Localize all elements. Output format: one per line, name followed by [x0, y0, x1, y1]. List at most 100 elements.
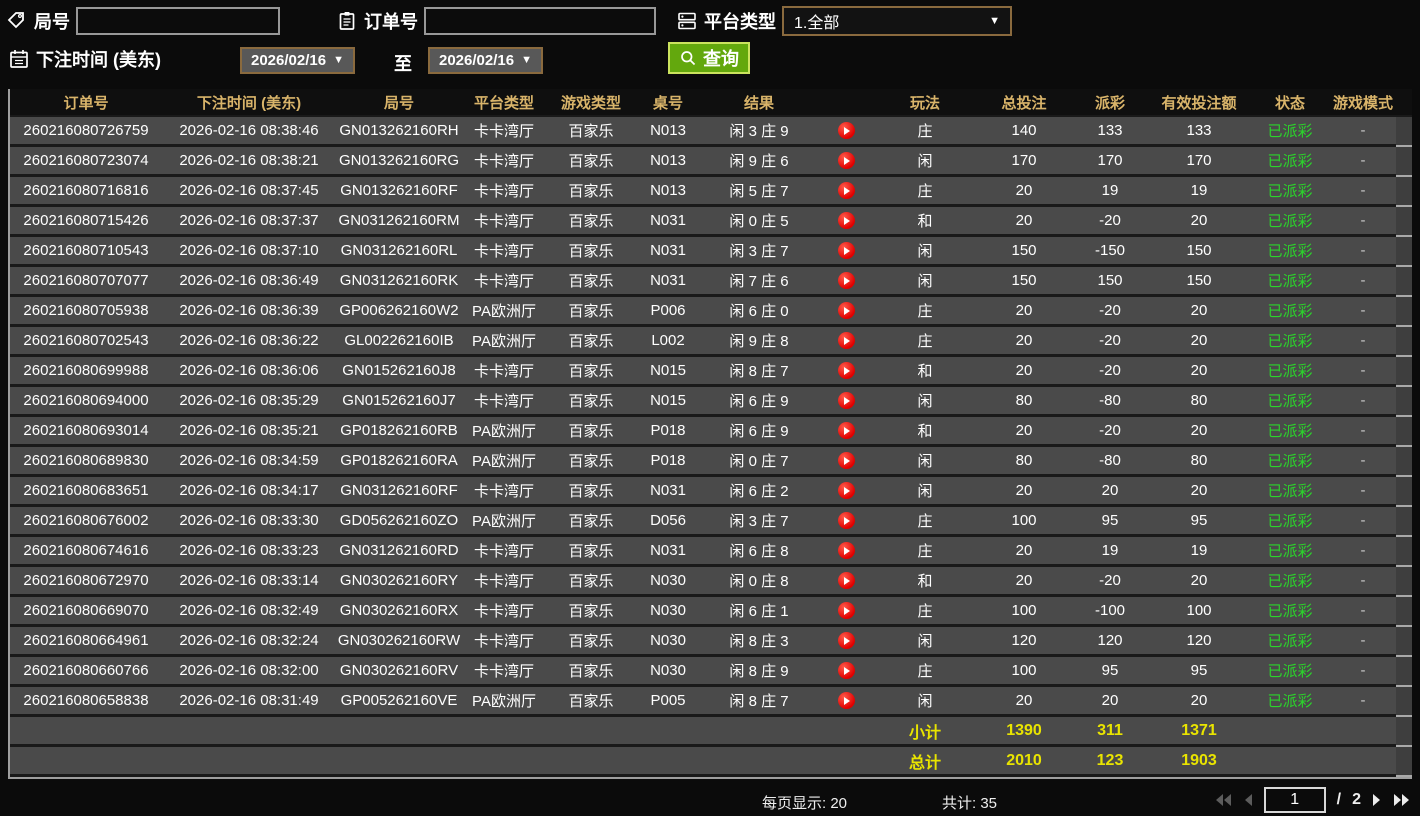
col-header-status: 状态 [1274, 94, 1305, 112]
bet-time-cell: 2026-02-16 08:37:45 [179, 182, 319, 199]
last-page-icon[interactable] [1393, 793, 1410, 807]
calendar-icon [10, 50, 28, 68]
play-replay-button[interactable] [837, 422, 855, 439]
play-type-cell: 庄 [917, 123, 933, 140]
subtotal-payout: 311 [1097, 721, 1123, 739]
first-page-icon[interactable] [1215, 793, 1232, 807]
col-header-game-type: 游戏类型 [560, 94, 621, 112]
play-replay-button[interactable] [837, 482, 855, 499]
game-type-cell: 百家乐 [568, 513, 614, 530]
order-no-input[interactable] [424, 7, 656, 35]
date-from-group: 2026/02/16 ▼ [240, 45, 355, 75]
valid-bet-cell: 20 [1190, 572, 1208, 589]
game-no-cell: GN015262160J8 [342, 362, 456, 379]
replay-cell [818, 327, 874, 354]
platform-cell: 卡卡湾厅 [473, 573, 534, 590]
prev-page-icon[interactable] [1243, 793, 1253, 807]
play-replay-button[interactable] [837, 692, 855, 709]
order-no-cell: 260216080702543 [23, 332, 149, 349]
play-replay-button[interactable] [837, 152, 855, 169]
total-bet-cell: 120 [1011, 632, 1037, 649]
play-replay-button[interactable] [837, 572, 855, 589]
play-replay-button[interactable] [837, 362, 855, 379]
play-replay-button[interactable] [837, 602, 855, 619]
play-replay-button[interactable] [837, 512, 855, 529]
play-replay-button[interactable] [837, 182, 855, 199]
query-button-label: 查询 [703, 49, 739, 69]
table-no-cell: N015 [650, 392, 686, 409]
replay-cell [818, 357, 874, 384]
game-no-input[interactable] [76, 7, 280, 35]
platform-cell: 卡卡湾厅 [473, 213, 534, 230]
platform-label: 平台类型 [704, 12, 776, 32]
date-from-picker[interactable]: 2026/02/16 ▼ [240, 46, 355, 74]
platform-cell: 卡卡湾厅 [473, 273, 534, 290]
play-type-cell: 和 [917, 423, 933, 440]
payout-cell: 20 [1101, 692, 1119, 709]
table-no-cell: P018 [650, 422, 686, 439]
platform-select[interactable]: 1.全部 ▼ [782, 6, 1012, 36]
order-no-cell: 260216080705938 [23, 302, 149, 319]
play-replay-button[interactable] [837, 332, 855, 349]
order-no-cell: 260216080674616 [23, 542, 149, 559]
replay-cell [818, 267, 874, 294]
total-row: 总计 2010 123 1903 [10, 747, 1412, 777]
page-number-input[interactable] [1263, 787, 1326, 813]
game-mode-cell: - [1360, 242, 1366, 259]
play-replay-button[interactable] [837, 632, 855, 649]
col-header-valid-bet: 有效投注额 [1161, 94, 1237, 112]
total-bet-cell: 20 [1015, 572, 1033, 589]
play-replay-button[interactable] [837, 122, 855, 139]
payout-cell: -20 [1099, 332, 1121, 349]
total-bet-cell: 20 [1015, 182, 1033, 199]
game-mode-cell: - [1360, 122, 1366, 139]
game-mode-cell: - [1360, 272, 1366, 289]
play-replay-button[interactable] [837, 272, 855, 289]
play-replay-button[interactable] [837, 212, 855, 229]
date-to-group: 2026/02/16 ▼ [428, 45, 543, 75]
game-no-cell: GL002262160IB [344, 332, 454, 349]
table-row: 260216080699988 2026-02-16 08:36:06 GN01… [10, 357, 1412, 387]
play-type-cell: 庄 [917, 303, 933, 320]
table-row: 260216080723074 2026-02-16 08:38:21 GN01… [10, 147, 1412, 177]
col-header-result: 结果 [743, 94, 774, 112]
game-type-cell: 百家乐 [568, 543, 614, 560]
replay-cell [818, 177, 874, 204]
game-type-cell: 百家乐 [568, 333, 614, 350]
platform-cell: 卡卡湾厅 [473, 663, 534, 680]
total-bet-cell: 150 [1011, 272, 1037, 289]
play-replay-button[interactable] [837, 242, 855, 259]
game-type-cell: 百家乐 [568, 243, 614, 260]
bet-time-cell: 2026-02-16 08:35:29 [179, 392, 319, 409]
table-scrollbar[interactable] [1396, 117, 1412, 777]
order-no-cell: 260216080726759 [23, 122, 149, 139]
play-type-cell: 庄 [917, 183, 933, 200]
status-badge: 已派彩 [1267, 273, 1313, 290]
game-type-cell: 百家乐 [568, 453, 614, 470]
bet-time-cell: 2026-02-16 08:36:39 [179, 302, 319, 319]
play-replay-button[interactable] [837, 452, 855, 469]
query-button[interactable]: 查询 [668, 42, 750, 74]
total-bet-cell: 80 [1015, 452, 1033, 469]
play-type-cell: 庄 [917, 333, 933, 350]
replay-cell [818, 417, 874, 444]
game-no-cell: GN030262160RY [339, 572, 459, 589]
play-replay-button[interactable] [837, 302, 855, 319]
play-replay-button[interactable] [837, 542, 855, 559]
valid-bet-cell: 150 [1186, 272, 1212, 289]
date-to-picker[interactable]: 2026/02/16 ▼ [428, 46, 543, 74]
result-cell: 闲 3 庄 9 [729, 123, 789, 140]
bet-time-cell: 2026-02-16 08:33:14 [179, 572, 319, 589]
game-type-cell: 百家乐 [568, 693, 614, 710]
order-no-cell: 260216080699988 [23, 362, 149, 379]
game-no-cell: GN031262160RF [340, 482, 458, 499]
game-mode-cell: - [1360, 572, 1366, 589]
next-page-icon[interactable] [1372, 793, 1382, 807]
valid-bet-cell: 20 [1190, 302, 1208, 319]
payout-cell: -80 [1099, 452, 1121, 469]
play-replay-button[interactable] [837, 392, 855, 409]
bet-time-filter: 下注时间 (美东) [8, 44, 161, 74]
result-cell: 闲 8 庄 7 [729, 363, 789, 380]
play-replay-button[interactable] [837, 662, 855, 679]
game-no-cell: GN015262160J7 [342, 392, 456, 409]
